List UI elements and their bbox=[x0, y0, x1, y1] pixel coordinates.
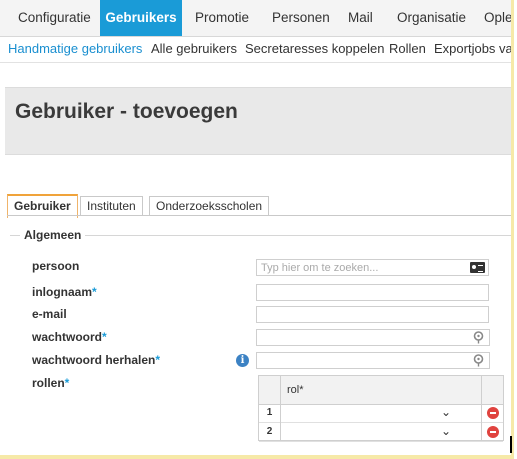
nav-item-gebruikers[interactable]: Gebruikers bbox=[100, 0, 182, 36]
wachtwoord-herhalen-input[interactable] bbox=[256, 352, 490, 369]
page-header: Gebruiker - toevoegen bbox=[5, 87, 511, 155]
tab-instituten[interactable]: Instituten bbox=[80, 196, 143, 216]
key-icon[interactable] bbox=[472, 331, 485, 344]
tab-divider bbox=[7, 215, 511, 216]
id-card-icon[interactable] bbox=[470, 262, 485, 273]
rol-select[interactable]: ⌄ bbox=[281, 404, 481, 422]
grid-divider bbox=[481, 376, 482, 440]
top-navigation: Configuratie Gebruikers Promotie Persone… bbox=[0, 0, 511, 37]
rol-select[interactable]: ⌄ bbox=[281, 423, 481, 441]
wachtwoord-label: wachtwoord* bbox=[32, 330, 107, 344]
grid-column-rol[interactable]: rol* bbox=[287, 384, 304, 396]
fieldset-legend: Algemeen bbox=[20, 228, 86, 242]
info-icon[interactable]: i bbox=[236, 354, 249, 367]
wachtwoord-input[interactable] bbox=[256, 329, 490, 346]
nav-item-personen[interactable]: Personen bbox=[272, 0, 330, 36]
wachtwoord-label-text: wachtwoord bbox=[32, 330, 103, 344]
chevron-down-icon[interactable]: ⌄ bbox=[441, 424, 451, 438]
nav-item-organisatie[interactable]: Organisatie bbox=[397, 0, 466, 36]
chevron-down-icon[interactable]: ⌄ bbox=[441, 405, 451, 419]
required-mark: * bbox=[102, 330, 107, 344]
text-cursor bbox=[510, 436, 512, 453]
subnav-item-alle-gebruikers[interactable]: Alle gebruikers bbox=[151, 41, 237, 56]
inlognaam-label: inlognaam* bbox=[32, 285, 97, 299]
subnav-item-exportjobs[interactable]: Exportjobs va bbox=[434, 41, 511, 56]
table-row: 1 ⌄ bbox=[259, 404, 503, 423]
persoon-label-text: persoon bbox=[32, 259, 80, 273]
fieldset-border bbox=[10, 235, 511, 236]
required-mark: * bbox=[92, 285, 97, 299]
email-label: e-mail bbox=[32, 307, 67, 321]
row-number: 1 bbox=[266, 407, 273, 418]
wachtwoord-herhalen-label: wachtwoord herhalen* bbox=[32, 353, 160, 367]
delete-row-icon[interactable] bbox=[487, 426, 499, 438]
subnav-item-rollen[interactable]: Rollen bbox=[389, 41, 426, 56]
grid-divider bbox=[280, 376, 281, 440]
inlognaam-input[interactable] bbox=[256, 284, 489, 301]
required-mark: * bbox=[155, 353, 161, 367]
persoon-placeholder: Typ hier om te zoeken... bbox=[261, 262, 379, 274]
sub-navigation: Handmatige gebruikers Alle gebruikers Se… bbox=[0, 36, 511, 63]
nav-item-mail[interactable]: Mail bbox=[348, 0, 373, 36]
delete-row-icon[interactable] bbox=[487, 407, 499, 419]
email-input[interactable] bbox=[256, 306, 489, 323]
rollen-label: rollen* bbox=[32, 376, 69, 390]
rollen-label-text: rollen bbox=[32, 376, 65, 390]
subnav-item-handmatige-gebruikers[interactable]: Handmatige gebruikers bbox=[8, 41, 142, 56]
required-mark: * bbox=[64, 376, 70, 390]
persoon-search-input[interactable]: Typ hier om te zoeken... bbox=[256, 259, 489, 276]
page-title: Gebruiker - toevoegen bbox=[15, 100, 238, 123]
grid-header: rol* bbox=[259, 376, 503, 405]
inlognaam-label-text: inlognaam bbox=[32, 285, 93, 299]
table-row: 2 ⌄ bbox=[259, 423, 503, 442]
rollen-grid: rol* 1 ⌄ 2 ⌄ bbox=[258, 375, 504, 442]
wachtwoord-herhalen-label-text: wachtwoord herhalen bbox=[32, 353, 156, 367]
key-icon[interactable] bbox=[472, 354, 485, 367]
tab-onderzoeksscholen[interactable]: Onderzoeksscholen bbox=[149, 196, 270, 216]
app-frame: Configuratie Gebruikers Promotie Persone… bbox=[0, 0, 514, 459]
persoon-label: persoon bbox=[32, 259, 79, 273]
row-number: 2 bbox=[266, 426, 273, 437]
nav-item-opleidingen[interactable]: Ople bbox=[484, 0, 511, 36]
nav-item-promotie[interactable]: Promotie bbox=[195, 0, 249, 36]
email-label-text: e-mail bbox=[32, 307, 67, 321]
subnav-item-secretaresses-koppelen[interactable]: Secretaresses koppelen bbox=[245, 41, 384, 56]
nav-item-configuratie[interactable]: Configuratie bbox=[18, 0, 91, 36]
